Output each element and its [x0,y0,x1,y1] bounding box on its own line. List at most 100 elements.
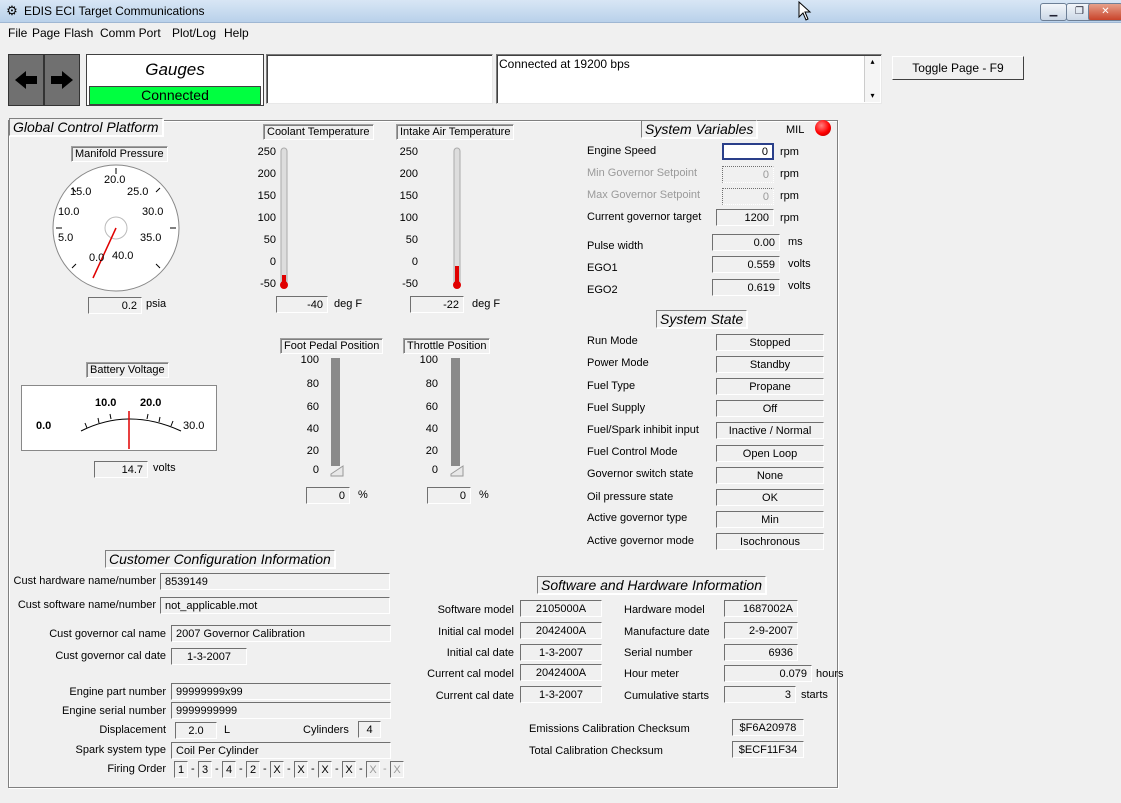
prev-page-button[interactable] [8,54,44,106]
page-indicator: Gauges Connected [86,54,264,106]
pedal-tick-100: 100 [300,354,319,366]
intake-tick-minus50: -50 [402,278,418,290]
mil-indicator-icon [815,120,831,136]
manifold-value: 0.2 [88,297,142,314]
menu-file[interactable]: File [8,26,27,40]
arrow-right-icon [51,71,73,89]
firing-sep: - [287,763,291,775]
min-governor-label: Min Governor Setpoint [587,167,698,179]
battery-label: Battery Voltage [86,362,169,378]
next-page-button[interactable] [44,54,80,106]
menu-page[interactable]: Page [32,26,60,40]
manufacture-date-label: Manufacture date [624,626,710,638]
engine-part-label: Engine part number [69,686,166,698]
fuel-type-value: Propane [716,378,824,395]
firing-order-1: 1 [174,761,188,778]
max-governor-unit: rpm [780,190,799,202]
app-icon: ⚙ [6,3,18,18]
max-governor-label: Max Governor Setpoint [587,189,701,201]
coolant-value: -40 [276,296,328,313]
coolant-tick-100: 100 [257,212,276,224]
intake-value: -22 [410,296,464,313]
manifold-scale-25: 25.0 [127,186,149,198]
intake-label: Intake Air Temperature [396,124,515,140]
menu-comm-port[interactable]: Comm Port [100,26,161,40]
ego2-label: EGO2 [587,284,618,296]
coolant-tick-50: 50 [263,234,276,246]
manifold-scale-5: 5.0 [58,232,74,244]
pulse-width-unit: ms [788,236,803,248]
status-message: Connected at 19200 bps [499,57,630,71]
firing-order-9: X [366,761,380,778]
pedal-tick-0: 0 [312,464,319,476]
ego1-unit: volts [788,258,811,270]
engine-serial-label: Engine serial number [62,705,166,717]
intake-tick-200: 200 [399,168,418,180]
cylinders-label: Cylinders [303,724,349,736]
throttle-tick-80: 80 [425,378,438,390]
throttle-tick-100: 100 [419,354,438,366]
manifold-scale-40: 40.0 [112,250,134,262]
sw-hw-title: Software and Hardware Information [537,576,766,594]
firing-sep: - [383,763,387,775]
cumulative-starts-unit: starts [801,689,828,701]
active-governor-type-label: Active governor type [587,512,688,524]
menu-help[interactable]: Help [224,26,249,40]
throttle-tick-60: 60 [425,401,438,413]
emissions-checksum-value: $F6A20978 [732,719,804,736]
emissions-checksum-label: Emissions Calibration Checksum [529,723,690,735]
software-model-value: 2105000A [520,600,602,617]
manifold-scale-30: 30.0 [142,206,164,218]
cust-cal-date-label: Cust governor cal date [55,650,166,662]
scroll-down-icon[interactable]: ▾ [865,90,880,102]
engine-speed-value[interactable]: 0 [722,143,774,160]
engine-speed-unit: rpm [780,146,799,158]
firing-sep: - [191,763,195,775]
scroll-up-icon[interactable]: ▴ [865,56,880,68]
governor-target-unit: rpm [780,212,799,224]
firing-order-4: 2 [246,761,260,778]
battery-meter [21,385,217,451]
firing-order-7: X [318,761,332,778]
throttle-tick-0: 0 [431,464,438,476]
cylinders-value: 4 [358,721,381,738]
engine-part-value: 99999999x99 [171,683,391,700]
firing-order-6: X [294,761,308,778]
fuel-supply-value: Off [716,400,824,417]
blank-display [266,54,493,104]
pulse-width-value: 0.00 [712,234,780,251]
engine-serial-value: 9999999999 [171,702,391,719]
firing-sep: - [239,763,243,775]
cust-hardware-value: 8539149 [160,573,390,590]
pedal-tick-20: 20 [306,445,319,457]
battery-value: 14.7 [94,461,148,478]
minimize-icon[interactable]: ▁ [1040,3,1067,21]
coolant-tick-200: 200 [257,168,276,180]
displacement-value: 2.0 [175,722,217,739]
run-mode-label: Run Mode [587,335,638,347]
displacement-label: Displacement [99,724,166,736]
pulse-width-label: Pulse width [587,240,644,252]
firing-order-5: X [270,761,284,778]
cust-cal-name-value: 2007 Governor Calibration [171,625,391,642]
fuel-control-mode-value: Open Loop [716,445,824,462]
window-title: EDIS ECI Target Communications [24,4,205,18]
arrow-left-icon [15,71,37,89]
hour-meter-unit: hours [816,668,844,680]
menu-plot-log[interactable]: Plot/Log [172,26,216,40]
current-cal-model-label: Current cal model [427,668,514,680]
fuel-spark-inhibit-label: Fuel/Spark inhibit input [587,424,699,436]
close-icon[interactable]: ✕ [1088,3,1121,21]
system-variables-title: System Variables [641,120,758,138]
oil-pressure-value: OK [716,489,824,506]
pedal-bar [330,358,344,477]
menu-flash[interactable]: Flash [64,26,93,40]
fuel-type-label: Fuel Type [587,380,636,392]
toggle-page-button[interactable]: Toggle Page - F9 [892,56,1024,80]
status-scrollbar[interactable]: ▴ ▾ [864,56,880,102]
governor-target-label: Current governor target [587,211,702,223]
serial-number-label: Serial number [624,647,693,659]
system-state-title: System State [656,310,748,328]
power-mode-label: Power Mode [587,357,649,369]
hour-meter-label: Hour meter [624,668,680,680]
